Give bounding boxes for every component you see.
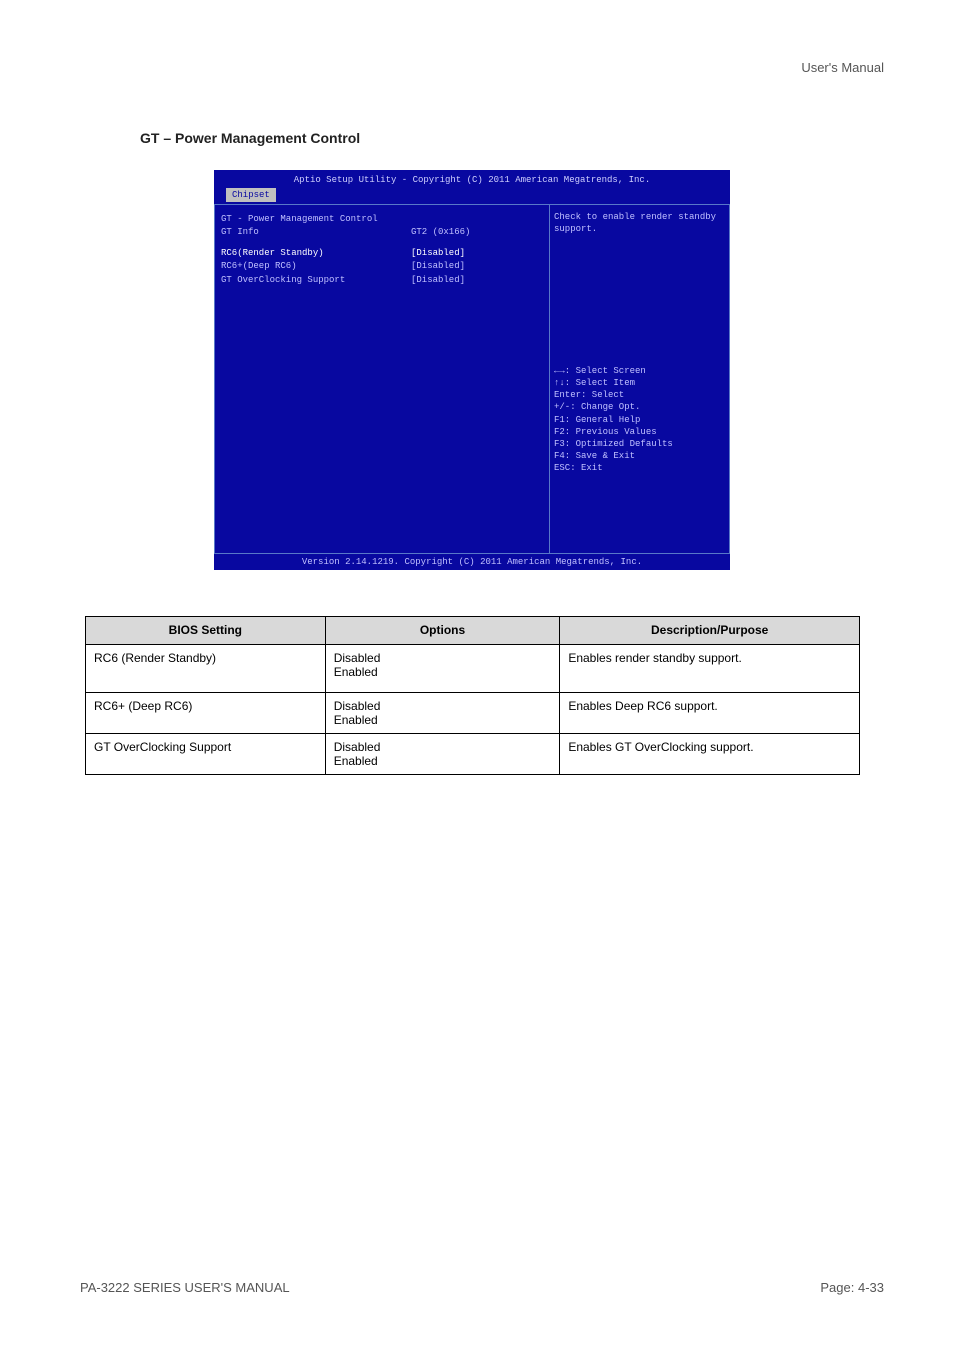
- col-header-description: Description/Purpose: [560, 617, 860, 645]
- bios-tab-chipset: Chipset: [226, 188, 276, 202]
- cell-description: Enables Deep RC6 support.: [560, 693, 860, 734]
- gt-info-label: GT Info: [221, 226, 411, 238]
- table-header: BIOS Setting Options Description/Purpose: [86, 617, 860, 645]
- help-line-4: +/-: Change Opt.: [554, 401, 725, 413]
- col-header-options: Options: [325, 617, 560, 645]
- bios-right-panel: Check to enable render standby support. …: [549, 204, 730, 554]
- bios-help-block: ←→: Select Screen ↑↓: Select Item Enter:…: [554, 365, 725, 474]
- rc6p-value[interactable]: [Disabled]: [411, 260, 531, 272]
- help-line-7: F3: Optimized Defaults: [554, 438, 725, 450]
- gt-info-value: GT2 (0x166): [411, 226, 531, 238]
- bios-titlebar: Aptio Setup Utility - Copyright (C) 2011…: [214, 170, 730, 204]
- page-header: User's Manual: [801, 60, 884, 75]
- bios-screenshot: Aptio Setup Utility - Copyright (C) 2011…: [214, 170, 730, 568]
- cell-setting: GT OverClocking Support: [86, 734, 326, 775]
- help-desc-1: Check to enable render standby: [554, 211, 725, 223]
- footer-right: Page: 4-33: [820, 1280, 884, 1295]
- help-line-1: ←→: Select Screen: [554, 365, 725, 377]
- help-line-5: F1: General Help: [554, 414, 725, 426]
- cell-description: Enables GT OverClocking support.: [560, 734, 860, 775]
- section-title: GT – Power Management Control: [140, 130, 360, 146]
- table-row: GT OverClocking Support Disabled Enabled…: [86, 734, 860, 775]
- gtoc-label[interactable]: GT OverClocking Support: [221, 274, 411, 286]
- manual-title: User's Manual: [801, 60, 884, 75]
- rc6-value[interactable]: [Disabled]: [411, 247, 531, 259]
- bios-body: GT - Power Management Control GT Info GT…: [214, 204, 730, 554]
- cell-description: Enables render standby support.: [560, 645, 860, 693]
- help-line-8: F4: Save & Exit: [554, 450, 725, 462]
- option-enabled: Enabled: [334, 713, 552, 727]
- rc6p-label[interactable]: RC6+(Deep RC6): [221, 260, 411, 272]
- table-row: RC6 (Render Standby) Disabled Enabled En…: [86, 645, 860, 693]
- cell-setting: RC6 (Render Standby): [86, 645, 326, 693]
- cell-options: Disabled Enabled: [325, 645, 560, 693]
- bios-left-panel: GT - Power Management Control GT Info GT…: [214, 204, 549, 554]
- help-line-6: F2: Previous Values: [554, 426, 725, 438]
- table-body: RC6 (Render Standby) Disabled Enabled En…: [86, 645, 860, 775]
- option-disabled: Disabled: [334, 740, 552, 754]
- cell-setting: RC6+ (Deep RC6): [86, 693, 326, 734]
- cell-options: Disabled Enabled: [325, 693, 560, 734]
- help-desc-2: support.: [554, 223, 725, 235]
- gtoc-value[interactable]: [Disabled]: [411, 274, 531, 286]
- options-table: BIOS Setting Options Description/Purpose…: [85, 616, 860, 775]
- footer-left: PA-3222 SERIES USER'S MANUAL: [80, 1280, 290, 1295]
- table-row: RC6+ (Deep RC6) Disabled Enabled Enables…: [86, 693, 860, 734]
- help-line-2: ↑↓: Select Item: [554, 377, 725, 389]
- help-line-9: ESC: Exit: [554, 462, 725, 474]
- bios-footer: Version 2.14.1219. Copyright (C) 2011 Am…: [214, 554, 730, 570]
- col-header-setting: BIOS Setting: [86, 617, 326, 645]
- option-disabled: Disabled: [334, 699, 552, 713]
- rc6-label[interactable]: RC6(Render Standby): [221, 247, 411, 259]
- cell-options: Disabled Enabled: [325, 734, 560, 775]
- option-disabled: Disabled: [334, 651, 552, 665]
- page-footer: PA-3222 SERIES USER'S MANUAL Page: 4-33: [80, 1280, 884, 1295]
- bios-title-text: Aptio Setup Utility - Copyright (C) 2011…: [214, 174, 730, 186]
- option-enabled: Enabled: [334, 665, 552, 679]
- bios-tab-row: Chipset: [214, 186, 730, 202]
- help-line-3: Enter: Select: [554, 389, 725, 401]
- option-enabled: Enabled: [334, 754, 552, 768]
- bios-heading: GT - Power Management Control: [221, 213, 411, 225]
